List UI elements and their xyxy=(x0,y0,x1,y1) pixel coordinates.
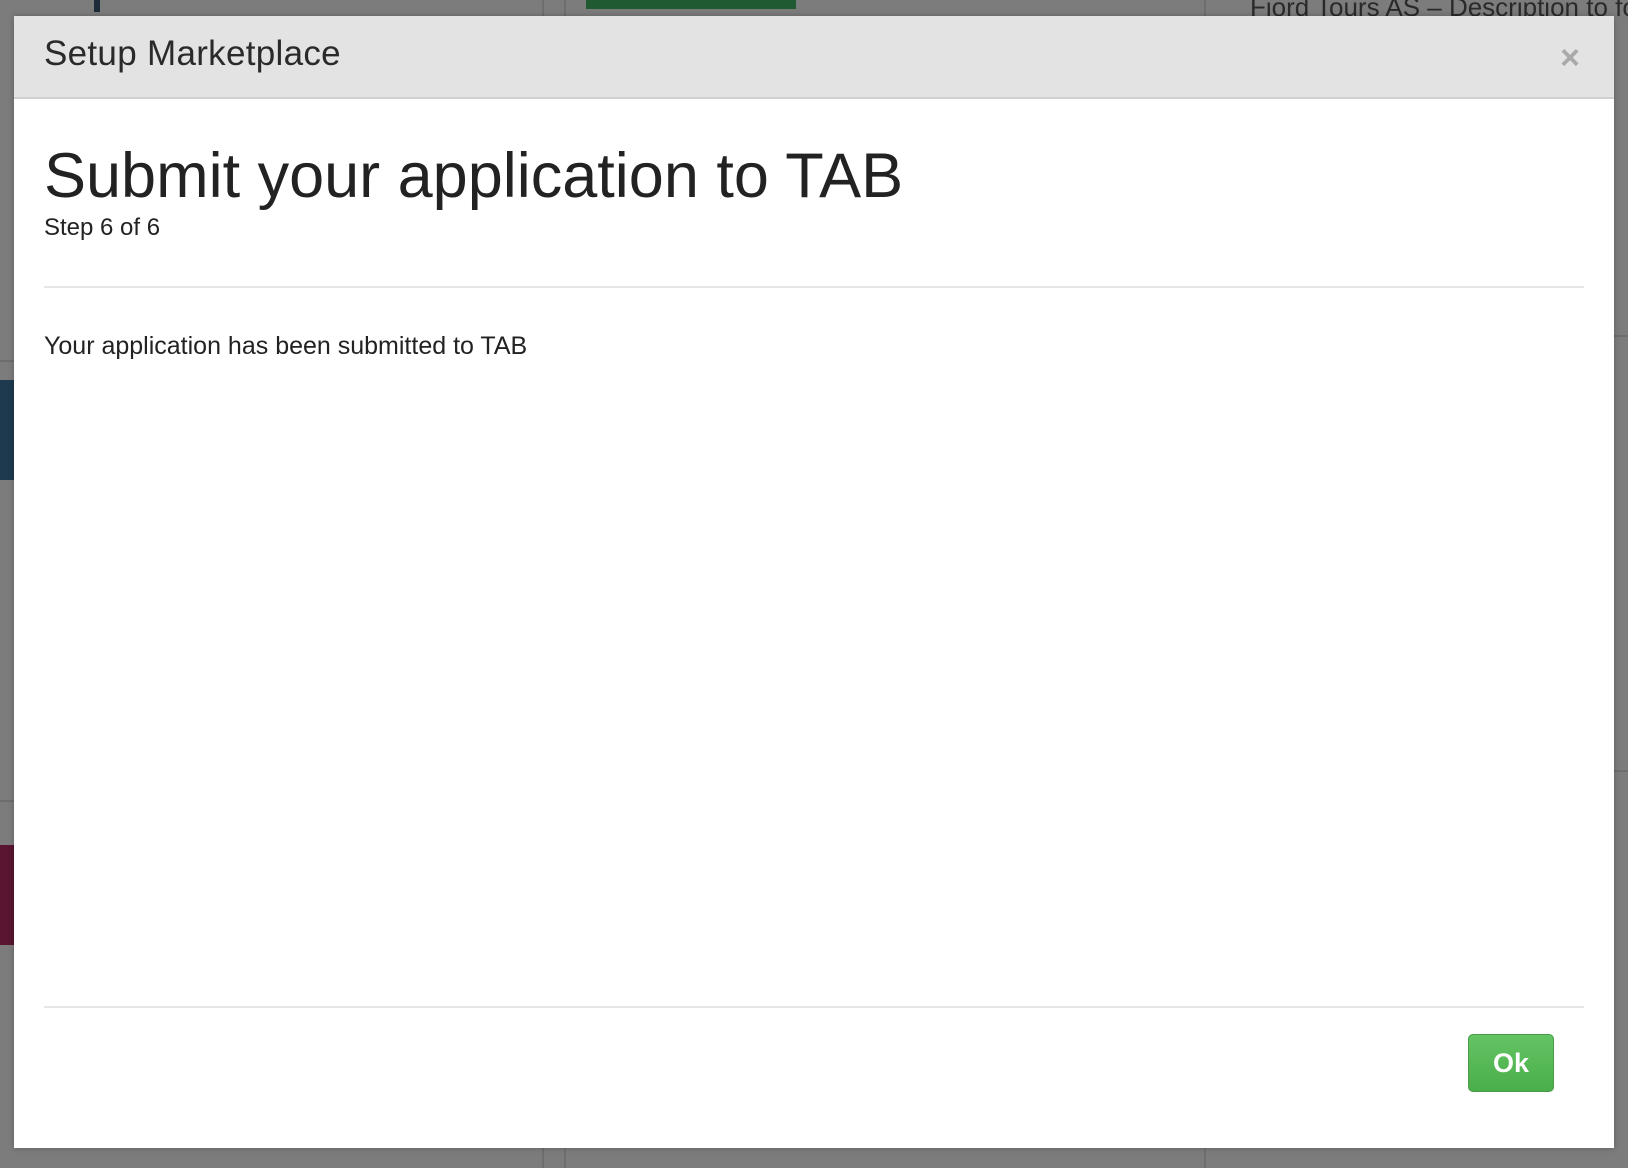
modal-header: Setup Marketplace × xyxy=(14,16,1614,99)
background-mark xyxy=(94,0,100,12)
background-green-button xyxy=(586,0,796,9)
background-divider xyxy=(0,360,14,362)
footer-divider xyxy=(44,1006,1584,1008)
submission-message: Your application has been submitted to T… xyxy=(44,332,528,360)
background-thumbnail xyxy=(0,845,14,945)
step-indicator: Step 6 of 6 xyxy=(44,214,161,241)
divider xyxy=(44,286,1584,288)
background-thumbnail xyxy=(0,380,14,480)
setup-marketplace-modal: Setup Marketplace × Submit your applicat… xyxy=(14,16,1614,1148)
close-icon[interactable]: × xyxy=(1552,39,1588,77)
background-divider xyxy=(0,800,14,802)
modal-title: Setup Marketplace xyxy=(44,34,341,73)
page-title: Submit your application to TAB xyxy=(44,141,904,211)
ok-button[interactable]: Ok xyxy=(1468,1034,1554,1092)
